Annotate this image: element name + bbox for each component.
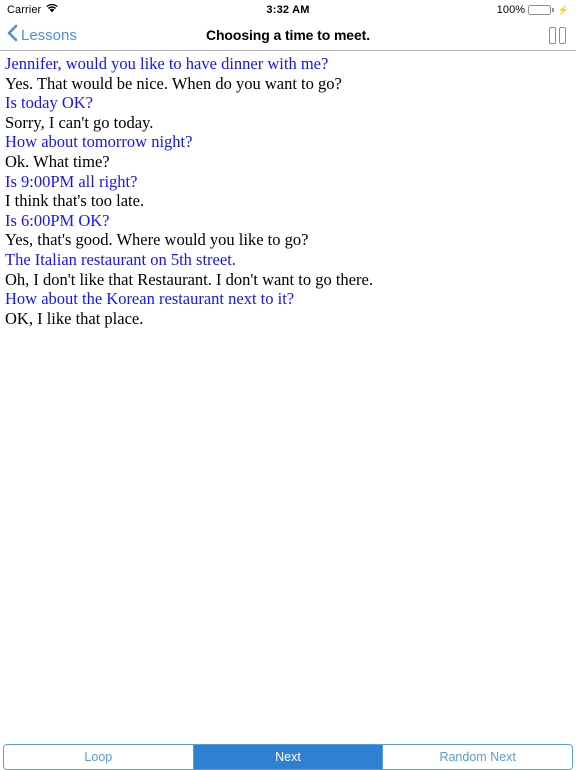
dialogue-line: OK, I like that place. bbox=[5, 308, 144, 328]
pause-bar-left bbox=[549, 26, 556, 44]
dialogue-line: I think that's too late. bbox=[5, 191, 145, 211]
dialogue-line: How about the Korean restaurant next to … bbox=[5, 289, 295, 309]
back-button-label: Lessons bbox=[21, 26, 77, 44]
status-bar: Carrier 3:32 AM 100% ⚡ bbox=[0, 0, 576, 20]
status-bar-right: 100% ⚡ bbox=[497, 4, 569, 16]
pause-bar-right bbox=[559, 26, 566, 44]
dialogue-line: Jennifer, would you like to have dinner … bbox=[5, 54, 329, 73]
battery-body bbox=[528, 5, 552, 15]
dialogue-line: Ok. What time? bbox=[5, 151, 110, 171]
dialogue-line: Is today OK? bbox=[5, 93, 93, 113]
bottom-toolbar: Loop Next Random Next bbox=[0, 744, 576, 770]
dialogue-line: Oh, I don't like that Restaurant. I don'… bbox=[5, 269, 373, 289]
segment-next[interactable]: Next bbox=[193, 745, 384, 769]
segment-loop[interactable]: Loop bbox=[4, 745, 194, 769]
lightning-bolt-icon: ⚡ bbox=[557, 4, 569, 15]
dialogue-line: Is 9:00PM all right? bbox=[5, 171, 138, 191]
battery-icon bbox=[528, 5, 554, 15]
back-button[interactable]: Lessons bbox=[0, 24, 77, 46]
navigation-bar: Lessons Choosing a time to meet. bbox=[0, 20, 576, 51]
battery-percent-label: 100% bbox=[496, 4, 526, 16]
dialogue-line: Sorry, I can't go today. bbox=[5, 112, 154, 132]
dialogue-line: Yes. That would be nice. When do you wan… bbox=[5, 73, 342, 93]
pause-button[interactable] bbox=[549, 26, 576, 44]
battery-cap bbox=[552, 8, 554, 12]
segment-random-next[interactable]: Random Next bbox=[383, 745, 572, 769]
dialogue-line: The Italian restaurant on 5th street. bbox=[5, 249, 236, 269]
dialogue-list: Jennifer, would you like to have dinner … bbox=[0, 51, 576, 328]
dialogue-line: How about tomorrow night? bbox=[5, 132, 193, 152]
pause-icon bbox=[549, 26, 566, 44]
chevron-left-icon bbox=[7, 24, 18, 46]
dialogue-line: Yes, that's good. Where would you like t… bbox=[5, 230, 309, 250]
status-bar-clock: 3:32 AM bbox=[266, 4, 310, 16]
page-title: Choosing a time to meet. bbox=[205, 27, 371, 43]
playback-mode-segmented-control[interactable]: Loop Next Random Next bbox=[3, 744, 573, 770]
dialogue-line: Is 6:00PM OK? bbox=[5, 210, 110, 230]
